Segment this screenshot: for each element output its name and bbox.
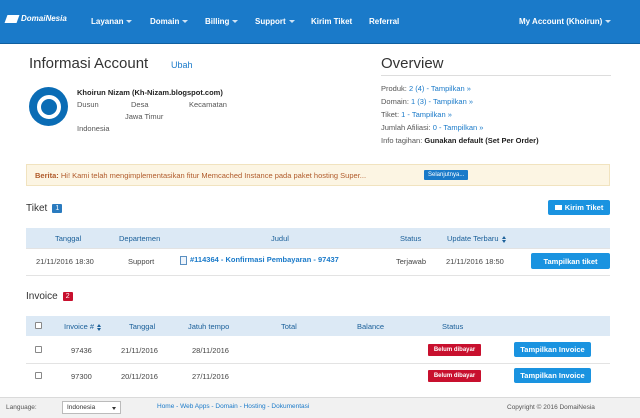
news-banner: Berita: Hi! Kami telah mengimplementasik…	[26, 164, 610, 186]
produk-link[interactable]: 2 (4) - Tampilkan »	[409, 84, 471, 93]
address-dusun: Dusun	[77, 100, 99, 109]
nav-kirim-tiket[interactable]: Kirim Tiket	[311, 17, 352, 26]
ticket-updated: 21/11/2016 18:50	[446, 257, 504, 266]
logo-mark-icon	[4, 14, 20, 23]
address-kecamatan: Kecamatan	[189, 100, 227, 109]
overview-tagihan: Info tagihan: Gunakan default (Set Per O…	[381, 136, 539, 145]
invoice-due: 28/11/2016	[192, 346, 229, 355]
invoices-title: Invoice 2	[26, 291, 73, 302]
invoice-due: 27/11/2016	[192, 372, 229, 381]
overview-title: Overview	[381, 55, 444, 72]
address-negara: Indonesia	[77, 124, 110, 133]
invoice-id-link[interactable]: 97436	[71, 346, 92, 355]
th-status[interactable]: Status	[442, 322, 463, 331]
invoice-date: 20/11/2016	[121, 372, 158, 381]
row-divider	[26, 275, 610, 276]
news-more-button[interactable]: Selanjutnya...	[424, 170, 469, 180]
row-checkbox[interactable]	[35, 372, 42, 379]
sort-icon	[501, 235, 507, 243]
footer-links[interactable]: Home - Web Apps - Domain - Hosting - Dok…	[157, 403, 309, 410]
invoices-table-header: Invoice # Tanggal Jatuh tempo Total Bala…	[26, 316, 610, 336]
overview-tiket: Tiket: 1 - Tampilkan »	[381, 110, 452, 119]
nav-domain[interactable]: Domain	[150, 17, 189, 26]
ticket-subject-link[interactable]: #114364 - Konfirmasi Pembayaran - 97437	[180, 255, 339, 265]
row-divider	[26, 248, 610, 249]
avatar	[29, 87, 68, 126]
th-total[interactable]: Total	[281, 322, 297, 331]
ticket-date: 21/11/2016 18:30	[36, 257, 94, 266]
afiliasi-link[interactable]: 0 - Tampilkan »	[433, 123, 484, 132]
nav-my-account[interactable]: My Account (Khoirun)	[519, 17, 612, 26]
row-checkbox[interactable]	[35, 346, 42, 353]
tagihan-value: Gunakan default (Set Per Order)	[424, 136, 539, 145]
th-departemen[interactable]: Departemen	[119, 234, 160, 243]
tickets-table-header: Tanggal Departemen Judul Status Update T…	[26, 228, 610, 248]
chat-icon	[554, 205, 562, 210]
nav-referral[interactable]: Referral	[369, 17, 399, 26]
address-desa: Desa	[131, 100, 149, 109]
tickets-title: Tiket 1	[26, 203, 63, 214]
overview-produk: Produk: 2 (4) - Tampilkan »	[381, 84, 471, 93]
power-icon	[36, 94, 61, 119]
th-status[interactable]: Status	[400, 234, 421, 243]
th-jatuh-tempo[interactable]: Jatuh tempo	[188, 322, 229, 331]
row-divider	[26, 363, 610, 364]
nav-layanan[interactable]: Layanan	[91, 17, 133, 26]
th-judul[interactable]: Judul	[271, 234, 289, 243]
account-name: Khoirun Nizam (Kh-Nizam.blogspot.com)	[77, 88, 223, 97]
send-ticket-button[interactable]: Kirim Tiket	[548, 200, 610, 215]
view-invoice-button[interactable]: Tampilkan Invoice	[514, 368, 591, 383]
ticket-dept: Support	[128, 257, 155, 266]
ticket-status: Terjawab	[396, 257, 427, 266]
status-badge: Belum dibayar	[428, 344, 481, 356]
chevron-down-icon	[605, 20, 612, 23]
chevron-down-icon	[126, 20, 133, 23]
copyright: Copyright © 2016 DomaiNesia	[507, 404, 595, 411]
nav-support[interactable]: Support	[255, 17, 295, 26]
th-tanggal[interactable]: Tanggal	[55, 234, 81, 243]
invoice-date: 21/11/2016	[121, 346, 158, 355]
chevron-down-icon	[182, 20, 189, 23]
th-invoice[interactable]: Invoice #	[64, 322, 102, 331]
language-label: Language:	[6, 404, 37, 411]
overview-domain: Domain: 1 (3) - Tampilkan »	[381, 97, 474, 106]
address-provinsi: Jawa Timur	[125, 112, 164, 121]
select-all-checkbox[interactable]	[35, 322, 42, 329]
domain-link[interactable]: 1 (3) - Tampilkan »	[411, 97, 473, 106]
chevron-down-icon	[112, 407, 116, 410]
chevron-down-icon	[288, 20, 295, 23]
nav-billing[interactable]: Billing	[205, 17, 239, 26]
brand-logo[interactable]: DomaiNesia	[4, 14, 67, 23]
status-badge: Belum dibayar	[428, 370, 481, 382]
top-navbar: DomaiNesia Layanan Domain Billing Suppor…	[0, 0, 640, 44]
edit-account-link[interactable]: Ubah	[171, 60, 193, 70]
document-icon	[180, 255, 187, 265]
th-tanggal[interactable]: Tanggal	[129, 322, 155, 331]
view-ticket-button[interactable]: Tampilkan tiket	[531, 253, 610, 269]
th-update[interactable]: Update Terbaru	[447, 234, 507, 243]
footer: Language: Indonesia Home - Web Apps - Do…	[0, 397, 640, 418]
tickets-count-badge: 1	[52, 204, 63, 213]
chevron-down-icon	[232, 20, 239, 23]
invoice-id-link[interactable]: 97300	[71, 372, 92, 381]
overview-afiliasi: Jumlah Afiliasi: 0 - Tampilkan »	[381, 123, 484, 132]
view-invoice-button[interactable]: Tampilkan Invoice	[514, 342, 591, 357]
invoices-count-badge: 2	[62, 292, 73, 301]
sort-icon	[97, 323, 102, 331]
overview-divider	[381, 75, 611, 76]
logo-text: DomaiNesia	[21, 14, 67, 23]
news-text: Berita: Hi! Kami telah mengimplementasik…	[35, 171, 367, 180]
th-balance[interactable]: Balance	[357, 322, 384, 331]
tiket-link[interactable]: 1 - Tampilkan »	[401, 110, 452, 119]
language-select[interactable]: Indonesia	[62, 401, 121, 414]
account-title: Informasi Account	[29, 55, 149, 72]
